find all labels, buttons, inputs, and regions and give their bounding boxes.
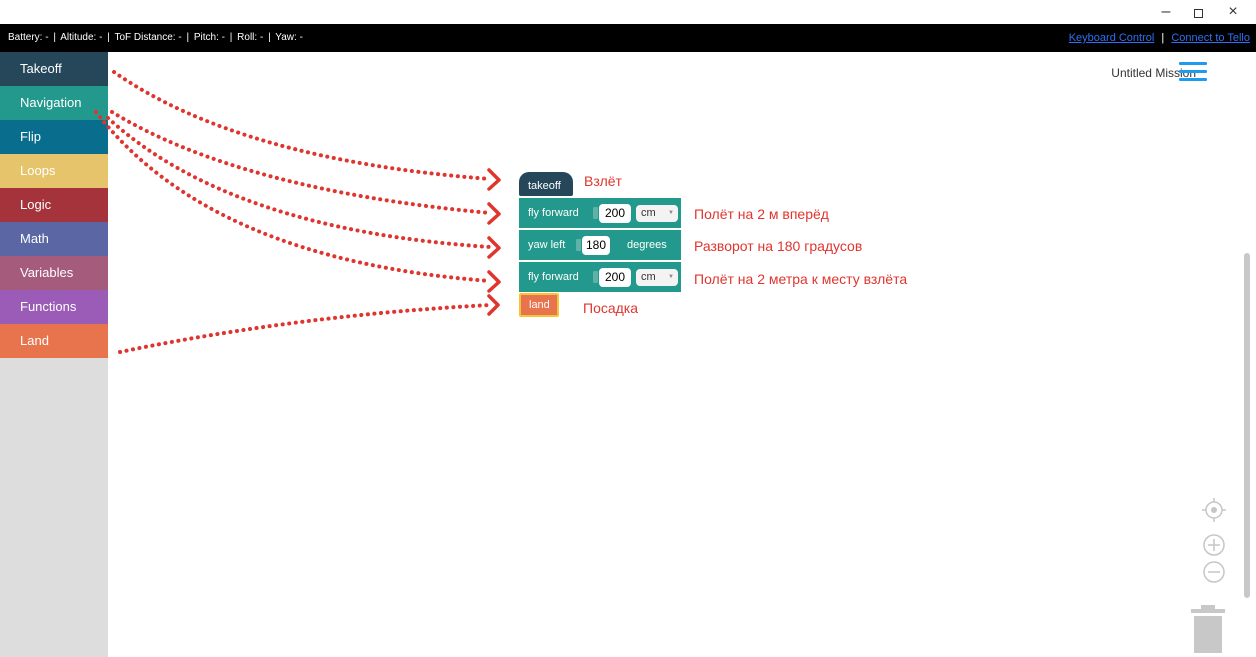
distance-input[interactable]: 200 bbox=[599, 204, 631, 223]
dropdown-caret-icon: ▼ bbox=[668, 274, 674, 280]
fly-forward-block[interactable]: fly forward 200 cm ▼ bbox=[519, 262, 681, 292]
yaw-left-block[interactable]: yaw left 180 degrees bbox=[519, 230, 681, 260]
annotation-land: Посадка bbox=[583, 300, 639, 316]
input-notch bbox=[576, 239, 581, 251]
annotation-arrows bbox=[94, 70, 501, 354]
land-block[interactable]: land bbox=[519, 293, 559, 317]
fly-forward-block[interactable]: fly forward 200 cm ▼ bbox=[519, 198, 681, 228]
zoom-out-icon[interactable] bbox=[1201, 559, 1227, 585]
block-label: fly forward bbox=[528, 207, 579, 219]
trash-icon[interactable] bbox=[1189, 604, 1227, 654]
center-target-icon[interactable] bbox=[1201, 497, 1227, 523]
input-notch bbox=[593, 207, 598, 219]
vertical-scrollbar[interactable] bbox=[1244, 253, 1250, 598]
distance-input[interactable]: 200 bbox=[599, 268, 631, 287]
annotation-takeoff: Взлёт bbox=[584, 173, 622, 189]
unit-value: cm bbox=[641, 271, 656, 283]
unit-dropdown[interactable]: cm ▼ bbox=[636, 269, 678, 286]
takeoff-block[interactable]: takeoff bbox=[519, 172, 573, 196]
annotation-yaw-left: Разворот на 180 градусов bbox=[694, 238, 863, 254]
block-label: fly forward bbox=[528, 271, 579, 283]
unit-value: cm bbox=[641, 207, 656, 219]
degrees-input[interactable]: 180 bbox=[582, 236, 610, 255]
input-notch bbox=[593, 271, 598, 283]
block-label: yaw left bbox=[528, 239, 566, 251]
dropdown-caret-icon: ▼ bbox=[668, 210, 674, 216]
zoom-in-icon[interactable] bbox=[1201, 532, 1227, 558]
annotation-fly-back: Полёт на 2 метра к месту взлёта bbox=[694, 271, 908, 287]
degrees-label: degrees bbox=[627, 239, 667, 251]
unit-dropdown[interactable]: cm ▼ bbox=[636, 205, 678, 222]
annotation-fly-forward: Полёт на 2 м вперёд bbox=[694, 206, 829, 222]
